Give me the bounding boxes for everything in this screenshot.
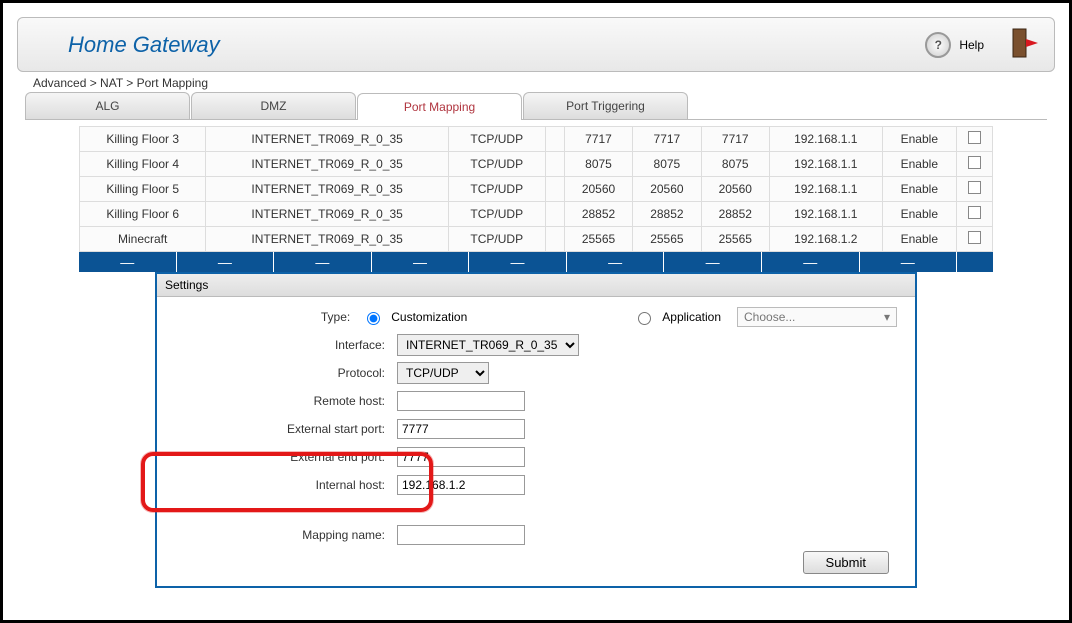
cell-c2: 25565 (564, 227, 632, 252)
cell-proto: TCP/UDP (448, 202, 545, 227)
interface-select[interactable]: INTERNET_TR069_R_0_35 (397, 334, 579, 356)
cell-c4: 25565 (701, 227, 769, 252)
row-checkbox[interactable] (968, 231, 981, 244)
cell-proto: TCP/UDP (448, 227, 545, 252)
protocol-select[interactable]: TCP/UDP (397, 362, 489, 384)
cell-c4: 8075 (701, 152, 769, 177)
cell-c2: 20560 (564, 177, 632, 202)
submit-button[interactable]: Submit (803, 551, 889, 574)
separator-row: ————————— (79, 252, 993, 272)
cell-status: Enable (882, 127, 956, 152)
cell-c2: 8075 (564, 152, 632, 177)
cell-c2: 7717 (564, 127, 632, 152)
mapping-name-input[interactable] (397, 525, 525, 545)
cell-name: Minecraft (80, 227, 206, 252)
radio-application[interactable] (638, 312, 651, 325)
cell-host: 192.168.1.2 (769, 227, 882, 252)
table-row: Killing Floor 3INTERNET_TR069_R_0_35TCP/… (80, 127, 993, 152)
cell-c4: 28852 (701, 202, 769, 227)
header-bar: Home Gateway ? Help (17, 17, 1055, 72)
cell-c3: 28852 (633, 202, 701, 227)
row-checkbox[interactable] (968, 206, 981, 219)
cell-iface: INTERNET_TR069_R_0_35 (206, 152, 448, 177)
table-row: Killing Floor 4INTERNET_TR069_R_0_35TCP/… (80, 152, 993, 177)
cell-c3: 25565 (633, 227, 701, 252)
cell-status: Enable (882, 152, 956, 177)
label-application: Application (662, 310, 721, 324)
mapping-table: Killing Floor 3INTERNET_TR069_R_0_35TCP/… (79, 126, 993, 252)
tab-alg[interactable]: ALG (25, 92, 190, 119)
cell-host: 192.168.1.1 (769, 127, 882, 152)
tabs: ALG DMZ Port Mapping Port Triggering (25, 92, 1047, 120)
cell-iface: INTERNET_TR069_R_0_35 (206, 202, 448, 227)
cell-proto: TCP/UDP (448, 177, 545, 202)
table-row: MinecraftINTERNET_TR069_R_0_35TCP/UDP 255… (80, 227, 993, 252)
cell-c1 (545, 227, 564, 252)
external-end-port-input[interactable] (397, 447, 525, 467)
row-checkbox[interactable] (968, 181, 981, 194)
cell-c2: 28852 (564, 202, 632, 227)
tab-port-triggering[interactable]: Port Triggering (523, 92, 688, 119)
chevron-down-icon: ▾ (884, 310, 890, 324)
cell-proto: TCP/UDP (448, 127, 545, 152)
internal-host-input[interactable] (397, 475, 525, 495)
remote-host-input[interactable] (397, 391, 525, 411)
cell-status: Enable (882, 202, 956, 227)
cell-proto: TCP/UDP (448, 152, 545, 177)
exit-icon[interactable] (1012, 28, 1038, 61)
cell-c3: 20560 (633, 177, 701, 202)
cell-name: Killing Floor 4 (80, 152, 206, 177)
cell-c1 (545, 152, 564, 177)
settings-panel: Settings Type: Customization Application… (155, 272, 917, 588)
help-icon[interactable]: ? (925, 32, 951, 58)
tab-port-mapping[interactable]: Port Mapping (357, 93, 522, 120)
cell-status: Enable (882, 177, 956, 202)
label-ext-start: External start port: (157, 422, 397, 436)
cell-c4: 20560 (701, 177, 769, 202)
cell-c3: 7717 (633, 127, 701, 152)
cell-c1 (545, 177, 564, 202)
cell-iface: INTERNET_TR069_R_0_35 (206, 227, 448, 252)
label-protocol: Protocol: (157, 366, 397, 380)
table-row: Killing Floor 6INTERNET_TR069_R_0_35TCP/… (80, 202, 993, 227)
cell-c1 (545, 127, 564, 152)
label-mapping: Mapping name: (157, 528, 397, 542)
application-select[interactable]: Choose... ▾ (737, 307, 897, 327)
page-title: Home Gateway (68, 32, 220, 58)
label-interface: Interface: (157, 338, 397, 352)
cell-name: Killing Floor 3 (80, 127, 206, 152)
row-checkbox[interactable] (968, 156, 981, 169)
cell-host: 192.168.1.1 (769, 202, 882, 227)
tab-dmz[interactable]: DMZ (191, 92, 356, 119)
cell-iface: INTERNET_TR069_R_0_35 (206, 177, 448, 202)
cell-status: Enable (882, 227, 956, 252)
cell-iface: INTERNET_TR069_R_0_35 (206, 127, 448, 152)
label-customization: Customization (391, 310, 467, 324)
label-ext-end: External end port: (157, 450, 397, 464)
table-row: Killing Floor 5INTERNET_TR069_R_0_35TCP/… (80, 177, 993, 202)
cell-host: 192.168.1.1 (769, 177, 882, 202)
cell-c4: 7717 (701, 127, 769, 152)
cell-host: 192.168.1.1 (769, 152, 882, 177)
external-start-port-input[interactable] (397, 419, 525, 439)
cell-c1 (545, 202, 564, 227)
radio-customization[interactable] (367, 312, 380, 325)
cell-name: Killing Floor 5 (80, 177, 206, 202)
breadcrumb: Advanced > NAT > Port Mapping (33, 76, 1055, 90)
label-type: Type: (157, 310, 362, 324)
help-label[interactable]: Help (959, 38, 984, 52)
row-checkbox[interactable] (968, 131, 981, 144)
cell-c3: 8075 (633, 152, 701, 177)
label-int-host: Internal host: (157, 478, 397, 492)
settings-title: Settings (157, 274, 915, 297)
cell-name: Killing Floor 6 (80, 202, 206, 227)
label-remote: Remote host: (157, 394, 397, 408)
